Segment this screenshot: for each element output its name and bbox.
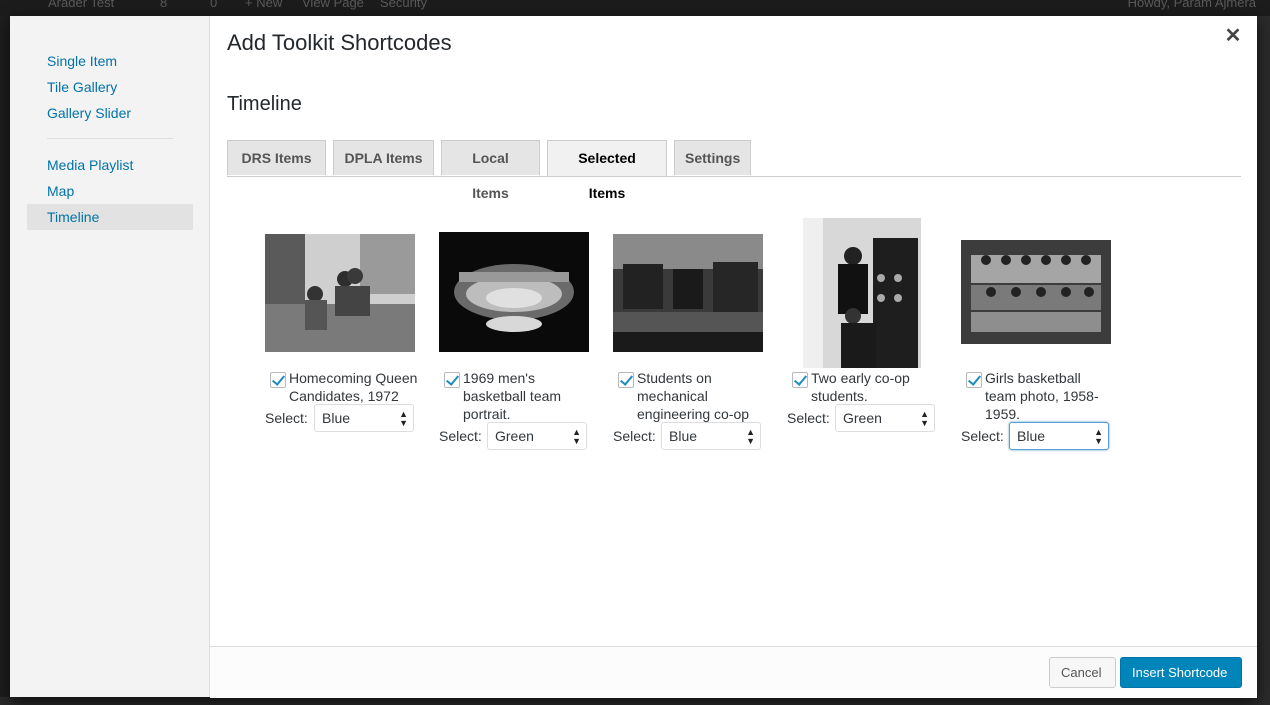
item-4-select[interactable]: Green ▲ ▼ — [835, 404, 935, 432]
item-5-checkbox[interactable] — [966, 372, 982, 388]
item-4-caption: Two early co-op students. — [811, 370, 910, 404]
item-2-select[interactable]: Green ▲ ▼ — [487, 422, 587, 450]
item-5-caption: Girls basketball team photo, 1958- 1959. — [985, 370, 1099, 422]
item-4-checkbox[interactable] — [792, 372, 808, 388]
item-4-select-label: Select: — [787, 410, 830, 426]
photo-image — [439, 232, 589, 352]
item-1-checkbox[interactable] — [270, 372, 286, 388]
tab-local-items[interactable]: Local Items — [441, 140, 540, 201]
item-thumbnail[interactable] — [439, 232, 589, 352]
modal-title: Add Toolkit Shortcodes — [227, 30, 452, 55]
item-2-checkbox[interactable] — [444, 372, 460, 388]
photo-image — [961, 240, 1111, 344]
tab-bar: DRS Items DPLA Items Local Items Selecte… — [227, 140, 1241, 201]
select-arrows-icon: ▲ ▼ — [746, 427, 755, 446]
sidebar-item-timeline[interactable]: Timeline — [27, 204, 193, 230]
photo-image — [265, 234, 415, 352]
admin-bar-view-page[interactable]: View Page — [302, 0, 364, 10]
admin-bar-site-name[interactable]: Arader Test — [48, 0, 114, 10]
item-3-checkbox[interactable] — [618, 372, 634, 388]
tab-drs-items[interactable]: DRS Items — [227, 140, 326, 175]
item-5-select[interactable]: Blue ▲ ▼ — [1009, 422, 1109, 450]
tab-settings[interactable]: Settings — [674, 140, 751, 175]
sidebar-item-gallery-slider[interactable]: Gallery Slider — [27, 100, 193, 126]
shortcode-modal: Single Item Tile Gallery Gallery Slider … — [10, 16, 1257, 698]
tab-dpla-items[interactable]: DPLA Items — [333, 140, 434, 175]
admin-bar: Arader Test 8 0 + New View Page Security… — [0, 0, 1270, 16]
item-thumbnail[interactable] — [265, 234, 415, 352]
select-arrows-icon: ▲ ▼ — [572, 427, 581, 446]
sidebar-item-single-item[interactable]: Single Item — [27, 48, 193, 74]
item-thumbnail[interactable] — [961, 240, 1111, 344]
close-icon[interactable]: ✕ — [1223, 26, 1243, 46]
admin-bar-howdy[interactable]: Howdy, Param Ajmera — [1128, 0, 1256, 10]
modal-content: Add Toolkit Shortcodes ✕ Timeline DRS It… — [210, 16, 1257, 646]
insert-shortcode-button[interactable]: Insert Shortcode — [1120, 657, 1242, 688]
item-thumbnail[interactable] — [803, 218, 921, 368]
sidebar-item-tile-gallery[interactable]: Tile Gallery — [27, 74, 193, 100]
sidebar-item-map[interactable]: Map — [27, 178, 193, 204]
item-1-select[interactable]: Blue ▲ ▼ — [314, 404, 414, 432]
sidebar-separator — [47, 138, 173, 139]
modal-footer: Cancel Insert Shortcode — [210, 646, 1257, 698]
cancel-button[interactable]: Cancel — [1049, 657, 1116, 688]
item-1-select-label: Select: — [265, 410, 308, 426]
item-3-select-label: Select: — [613, 428, 656, 444]
item-1-caption: Homecoming Queen Candidates, 1972 — [289, 370, 418, 404]
select-arrows-icon: ▲ ▼ — [399, 409, 408, 428]
select-arrows-icon: ▲ ▼ — [1094, 427, 1103, 446]
tab-selected-items[interactable]: Selected Items — [547, 140, 667, 201]
section-title: Timeline — [227, 93, 302, 115]
item-2-caption: 1969 men's basketball team portrait. — [463, 370, 562, 422]
sidebar-item-media-playlist[interactable]: Media Playlist — [27, 152, 193, 178]
admin-bar-security[interactable]: Security — [380, 0, 427, 10]
background-page-strip — [0, 697, 1270, 705]
modal-sidebar: Single Item Tile Gallery Gallery Slider … — [10, 16, 210, 697]
photo-image — [613, 234, 763, 352]
item-3-caption: Students on mechanical engineering co-op — [637, 370, 750, 422]
admin-menu-strip — [0, 16, 10, 705]
item-5-select-label: Select: — [961, 428, 1004, 444]
photo-image — [803, 218, 921, 368]
admin-bar-updates-count[interactable]: 8 — [160, 0, 167, 10]
admin-bar-comments-count[interactable]: 0 — [210, 0, 217, 10]
admin-bar-new[interactable]: + New — [245, 0, 282, 10]
select-arrows-icon: ▲ ▼ — [920, 409, 929, 428]
item-2-select-label: Select: — [439, 428, 482, 444]
item-thumbnail[interactable] — [613, 234, 763, 352]
item-3-select[interactable]: Blue ▲ ▼ — [661, 422, 761, 450]
